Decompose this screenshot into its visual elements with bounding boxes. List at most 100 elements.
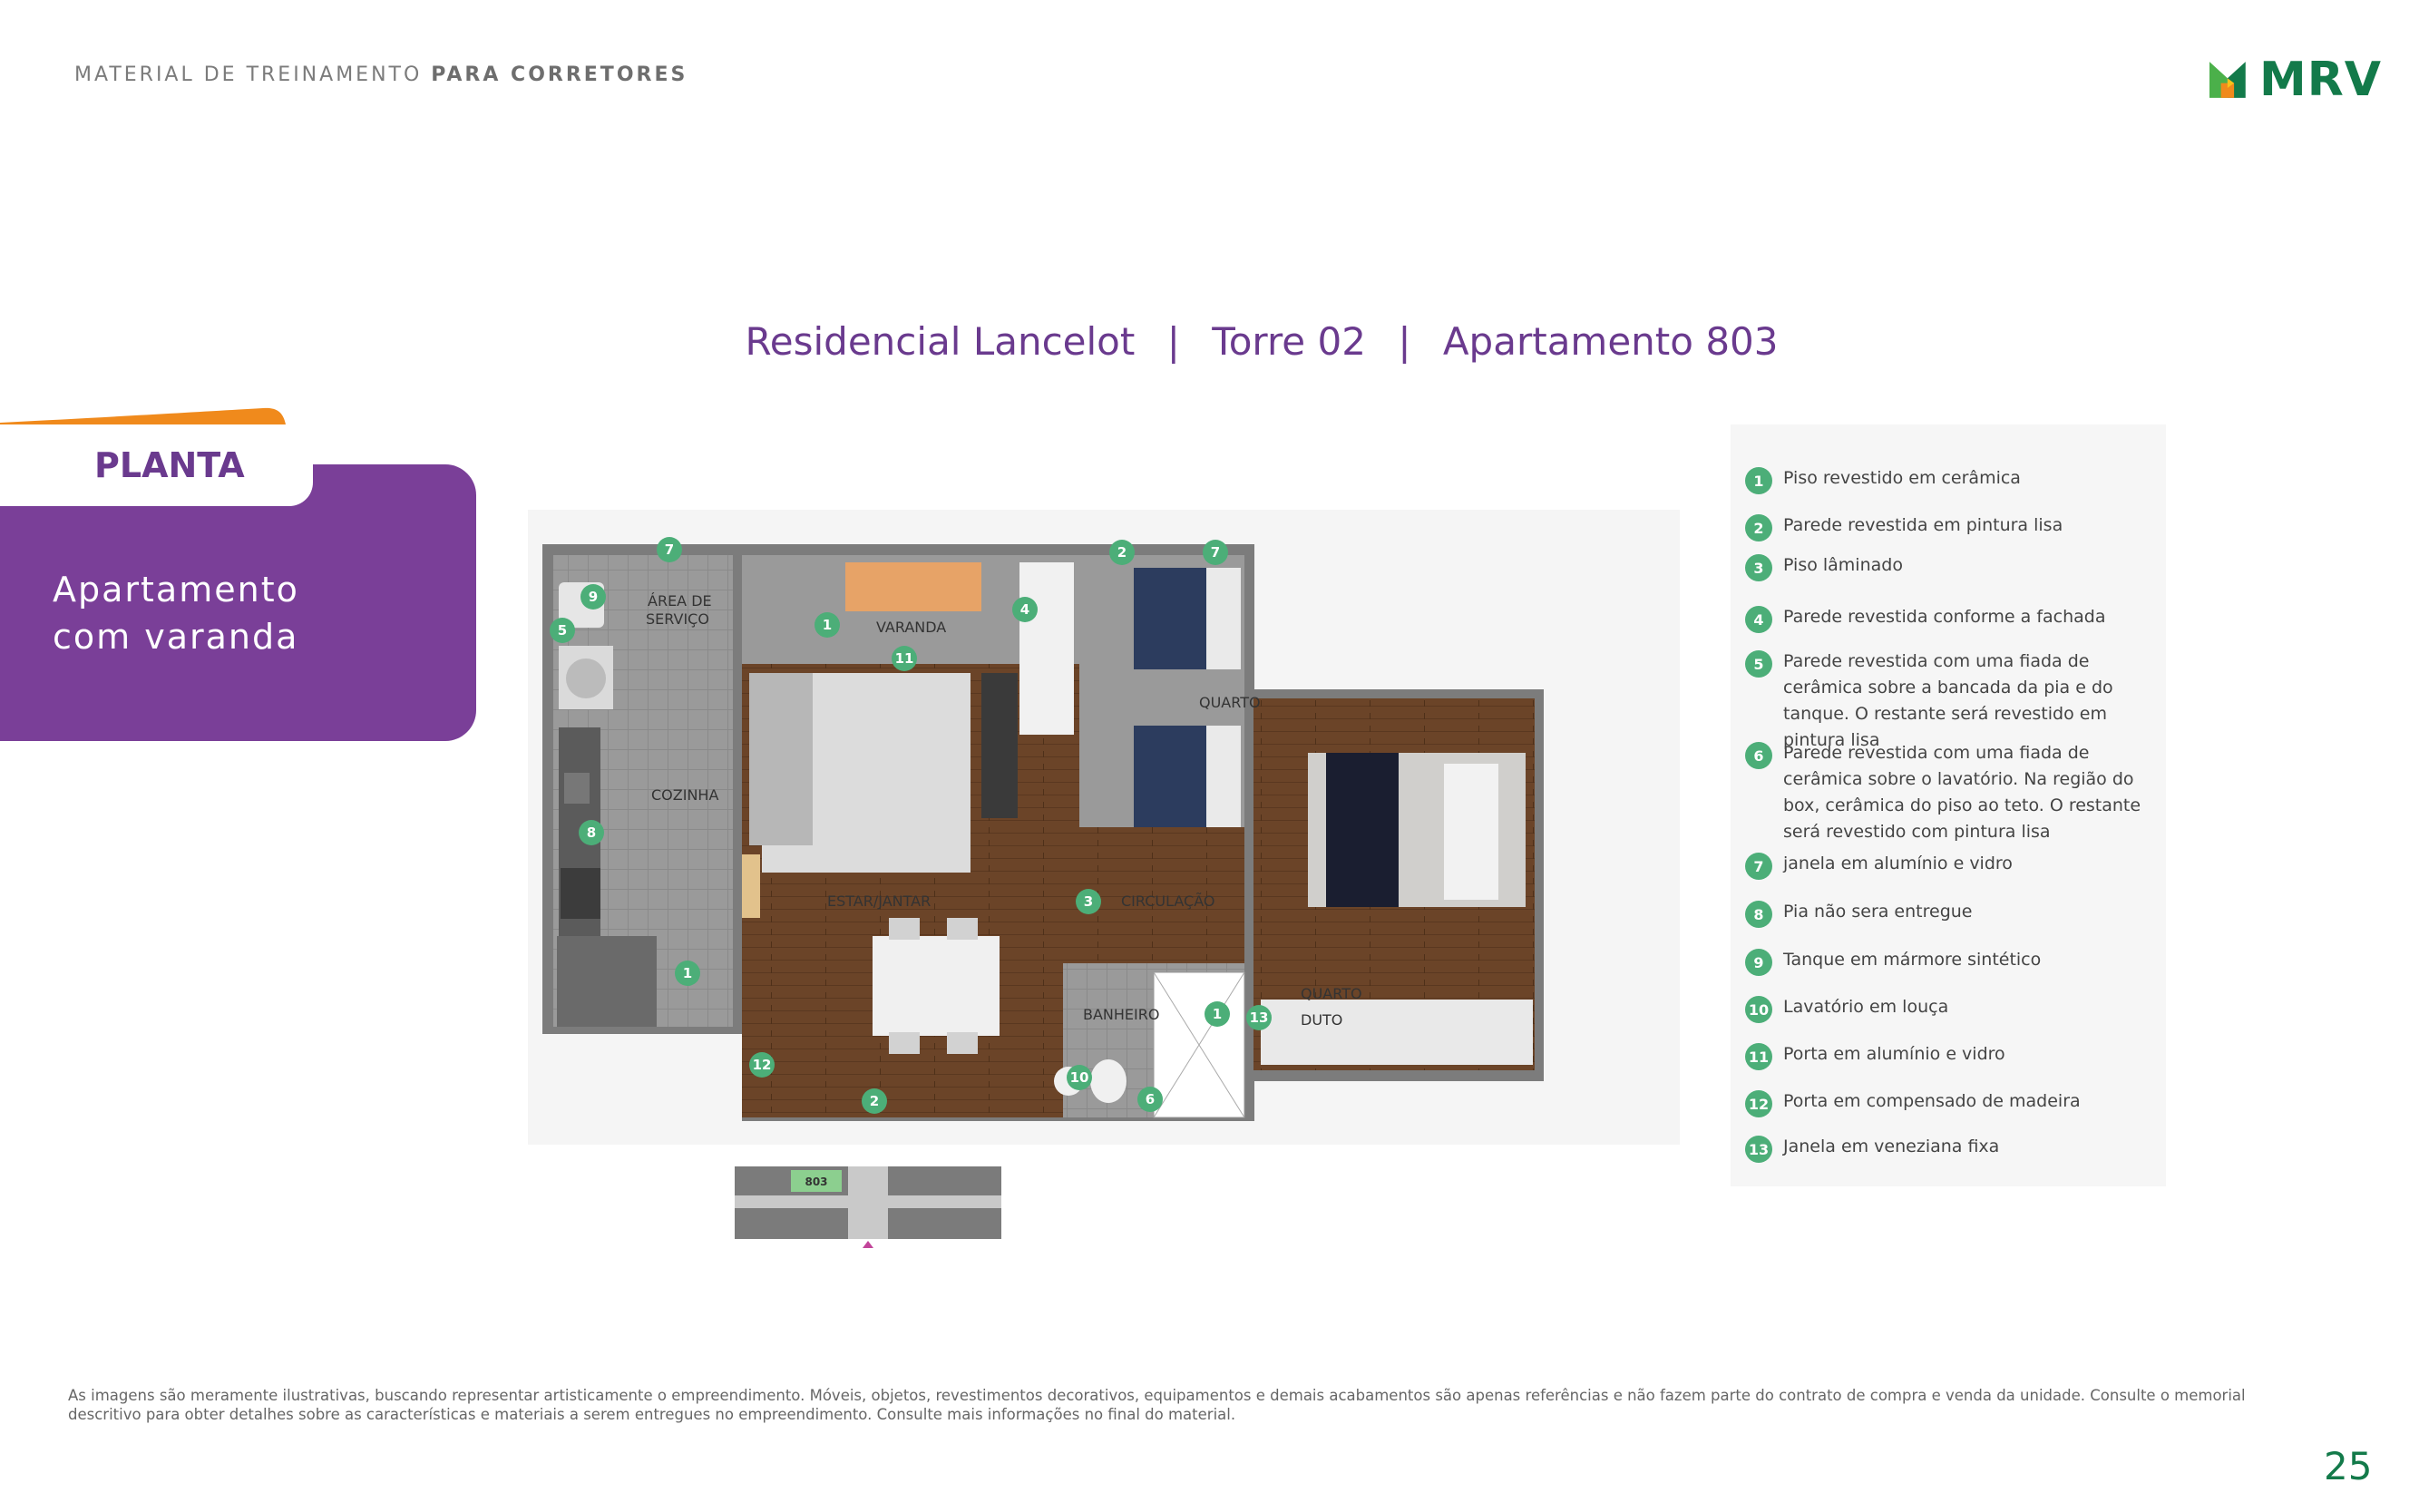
mrv-logo-icon: [2209, 62, 2246, 98]
svg-text:7: 7: [665, 541, 674, 558]
legend-item: 9 Tanque em mármore sintético: [1745, 947, 2162, 976]
svg-text:5: 5: [558, 622, 567, 639]
svg-text:9: 9: [589, 589, 598, 605]
legend-number: 1: [1745, 467, 1772, 494]
legend-number: 2: [1745, 514, 1772, 541]
room-label-cozinha: COZINHA: [651, 786, 718, 804]
legend-text: Tanque em mármore sintético: [1783, 950, 2042, 970]
legend-number: 3: [1745, 554, 1772, 581]
page-header: MATERIAL DE TREINAMENTO PARA CORRETORES: [74, 63, 688, 86]
svg-text:1: 1: [823, 617, 832, 633]
marker-13: 13: [1246, 1005, 1272, 1030]
key-plan-label: 803: [805, 1175, 827, 1188]
legend-number: 12: [1745, 1090, 1772, 1117]
title-apartment: Apartamento 803: [1442, 319, 1779, 364]
legend-item: 6 Parede revestida com uma fiada de cerâm…: [1745, 740, 2162, 845]
header-prefix: MATERIAL DE TREINAMENTO: [74, 63, 423, 86]
mrv-logo: MRV: [2209, 53, 2382, 107]
title-tower: Torre 02: [1212, 319, 1366, 364]
section-line-1: Apartamento: [53, 570, 299, 610]
legend-item: 5 Parede revestida com uma fiada de cerâm…: [1745, 649, 2162, 754]
marker-10: 10: [1067, 1065, 1092, 1090]
legend-number: 6: [1745, 742, 1772, 769]
orange-accent: [0, 407, 286, 424]
legend-number: 8: [1745, 901, 1772, 928]
varanda-bench: [845, 562, 981, 611]
marker-12: 12: [749, 1052, 775, 1078]
header-bold: PARA CORRETORES: [431, 63, 688, 86]
room-label-duto: DUTO: [1301, 1011, 1342, 1029]
marker-1a: 1: [814, 612, 840, 638]
legend-text: Parede revestida conforme a fachada: [1783, 607, 2106, 627]
svg-text:10: 10: [1070, 1069, 1089, 1086]
marker-6: 6: [1137, 1087, 1163, 1112]
room-label-area-servico-1: ÁREA DE: [648, 592, 712, 610]
legend-item: 10 Lavatório em louça: [1745, 994, 2162, 1023]
svg-text:2: 2: [870, 1093, 879, 1109]
section-description: Apartamento com varanda: [53, 566, 299, 660]
legend-text: janela em alumínio e vidro: [1783, 854, 2013, 873]
title-separator: |: [1166, 319, 1180, 364]
tv-rack: [981, 673, 1018, 818]
room-label-banheiro: BANHEIRO: [1083, 1006, 1159, 1023]
marker-1c: 1: [1205, 1001, 1230, 1027]
room-label-estar: ESTAR/JANTAR: [827, 893, 931, 910]
svg-text:12: 12: [753, 1057, 772, 1073]
room-label-quarto-2: QUARTO: [1301, 985, 1362, 1002]
legend-item: 12 Porta em compensado de madeira: [1745, 1088, 2162, 1117]
marker-1b: 1: [675, 961, 700, 986]
svg-text:2: 2: [1117, 544, 1127, 561]
stove: [561, 868, 600, 919]
section-tab-label: PLANTA: [94, 445, 245, 485]
section-tab: PLANTA: [0, 424, 313, 506]
legend-text: Piso revestido em cerâmica: [1783, 468, 2021, 488]
kitchen-counter: [559, 727, 600, 963]
legend-text: Parede revestida com uma fiada de cerâmi…: [1783, 651, 2113, 750]
legend-item: 8 Pia não sera entregue: [1745, 899, 2162, 928]
marker-3: 3: [1076, 889, 1101, 914]
room-label-area-servico-2: SERVIÇO: [646, 610, 709, 628]
legend-item: 13 Janela em veneziana fixa: [1745, 1134, 2162, 1163]
legend-text: Janela em veneziana fixa: [1783, 1136, 2000, 1156]
title-separator: |: [1398, 319, 1411, 364]
svg-text:1: 1: [1213, 1006, 1222, 1022]
legend-number: 5: [1745, 650, 1772, 678]
sofa: [749, 673, 813, 845]
legend-item: 7 janela em alumínio e vidro: [1745, 851, 2162, 880]
svg-text:8: 8: [587, 824, 596, 841]
marker-2a: 2: [1109, 540, 1135, 565]
marker-11: 11: [892, 646, 917, 671]
room-label-varanda: VARANDA: [876, 619, 946, 636]
title-residential: Residencial Lancelot: [745, 319, 1136, 364]
room-label-circulacao: CIRCULAÇÃO: [1121, 893, 1214, 910]
svg-text:1: 1: [683, 965, 692, 981]
floor-plan: ÁREA DE SERVIÇO VARANDA COZINHA QUARTO E…: [528, 510, 1680, 1145]
room-label-quarto-1: QUARTO: [1199, 694, 1261, 711]
legend-item: 4 Parede revestida conforme a fachada: [1745, 604, 2162, 633]
marker-5: 5: [550, 618, 575, 643]
svg-text:4: 4: [1020, 601, 1029, 618]
legend-number: 4: [1745, 606, 1772, 633]
legend-text: Pia não sera entregue: [1783, 902, 1973, 922]
legend-text: Piso lâminado: [1783, 555, 1903, 575]
wardrobe-2: [1261, 1000, 1533, 1065]
dining-table: [873, 936, 1000, 1036]
section-line-2: com varanda: [53, 617, 299, 657]
legend-number: 11: [1745, 1043, 1772, 1070]
toilet: [1090, 1059, 1127, 1103]
legend-text: Parede revestida com uma fiada de cerâmi…: [1783, 743, 2141, 842]
legend-number: 7: [1745, 853, 1772, 880]
marker-7b: 7: [1203, 540, 1228, 565]
legend-number: 10: [1745, 996, 1772, 1023]
legend-item: 11 Porta em alumínio e vidro: [1745, 1041, 2162, 1070]
marker-2b: 2: [862, 1088, 887, 1114]
svg-text:3: 3: [1084, 893, 1093, 910]
legend-number: 9: [1745, 949, 1772, 976]
legend-item: 2 Parede revestida em pintura lisa: [1745, 512, 2162, 541]
wardrobe: [1019, 562, 1074, 735]
svg-text:13: 13: [1250, 1010, 1269, 1026]
svg-text:7: 7: [1211, 544, 1220, 561]
marker-4: 4: [1012, 597, 1038, 622]
page-title: Residencial Lancelot | Torre 02 | Aparta…: [0, 319, 2419, 364]
legend-text: Parede revestida em pintura lisa: [1783, 515, 2063, 535]
